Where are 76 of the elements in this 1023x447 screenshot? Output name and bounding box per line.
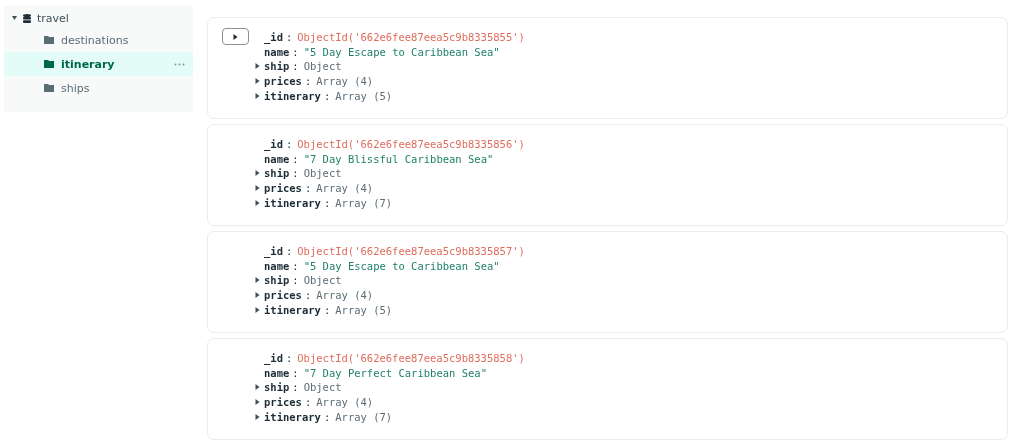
- colon: :: [292, 152, 299, 165]
- field-key: itinerary: [264, 89, 321, 102]
- colon: :: [292, 167, 299, 180]
- field-key: ship: [264, 274, 290, 287]
- field-key: _id: [264, 352, 283, 365]
- field-value: Object: [303, 274, 342, 287]
- collection-item[interactable]: ships: [4, 76, 193, 100]
- folder-icon: [44, 60, 54, 68]
- field-key: itinerary: [264, 410, 321, 423]
- field-value: Array (5): [335, 303, 393, 316]
- field-value: "7 Day Blissful Caribbean Sea": [303, 152, 494, 165]
- field-value: Array (5): [335, 89, 393, 102]
- field-value: Object: [303, 60, 342, 73]
- field-key: ship: [264, 60, 290, 73]
- field-key: prices: [264, 182, 302, 195]
- folder-icon: [44, 36, 54, 44]
- colon: :: [292, 60, 299, 73]
- colon: :: [304, 75, 312, 88]
- colon: :: [304, 396, 312, 409]
- field-key: ship: [264, 167, 290, 180]
- field-key: _id: [264, 245, 283, 258]
- field-key: prices: [264, 396, 302, 409]
- caret-icon[interactable]: [255, 384, 260, 391]
- field-value: ObjectId('662e6fee87eea5c9b8335858'): [297, 352, 525, 365]
- caret-icon[interactable]: [12, 15, 17, 21]
- colon: :: [292, 274, 299, 287]
- field-value: ObjectId('662e6fee87eea5c9b8335857'): [297, 245, 525, 258]
- field-key: itinerary: [264, 303, 321, 316]
- field-value: Object: [303, 167, 342, 180]
- field-key: prices: [264, 75, 302, 88]
- field-value: "5 Day Escape to Caribbean Sea": [303, 259, 500, 272]
- colon: :: [285, 245, 293, 258]
- field-key: _id: [264, 31, 283, 44]
- field-key: name: [264, 366, 290, 379]
- field-key: name: [264, 45, 290, 58]
- colon: :: [323, 410, 331, 423]
- field-value: Array (4): [316, 182, 374, 195]
- colon: :: [292, 259, 299, 272]
- colon: :: [323, 196, 331, 209]
- field-key: _id: [264, 138, 283, 151]
- field-value: Array (7): [335, 410, 393, 423]
- field-key: name: [264, 259, 290, 272]
- folder-icon: [44, 84, 54, 92]
- colon: :: [292, 366, 299, 379]
- field-key: ship: [264, 381, 290, 394]
- field-value: Array (4): [316, 396, 374, 409]
- caret-icon[interactable]: [255, 170, 260, 177]
- caret-icon[interactable]: [255, 63, 260, 70]
- colon: :: [304, 289, 312, 302]
- colon: :: [285, 138, 293, 151]
- database-name[interactable]: travel: [37, 11, 69, 25]
- field-value: "5 Day Escape to Caribbean Sea": [303, 45, 500, 58]
- more-icon[interactable]: [174, 62, 185, 66]
- caret-icon[interactable]: [255, 277, 260, 284]
- field-value: "7 Day Perfect Caribbean Sea": [303, 366, 487, 379]
- field-value: Array (4): [316, 75, 374, 88]
- field-key: itinerary: [264, 196, 321, 209]
- collection-item[interactable]: destinations: [4, 28, 193, 52]
- colon: :: [323, 303, 331, 316]
- database-icon: [23, 13, 31, 23]
- field-value: Object: [303, 381, 342, 394]
- collection-item[interactable]: itinerary: [4, 52, 193, 76]
- colon: :: [323, 89, 331, 102]
- colon: :: [304, 182, 312, 195]
- colon: :: [285, 352, 293, 365]
- expand-button[interactable]: [222, 28, 249, 45]
- field-value: Array (4): [316, 289, 374, 302]
- field-value: ObjectId('662e6fee87eea5c9b8335855'): [297, 31, 525, 44]
- field-value: Array (7): [335, 196, 393, 209]
- colon: :: [292, 45, 299, 58]
- caret-icon: [233, 33, 238, 40]
- field-key: prices: [264, 289, 302, 302]
- field-key: name: [264, 152, 290, 165]
- field-value: ObjectId('662e6fee87eea5c9b8335856'): [297, 138, 525, 151]
- colon: :: [292, 381, 299, 394]
- colon: :: [285, 31, 293, 44]
